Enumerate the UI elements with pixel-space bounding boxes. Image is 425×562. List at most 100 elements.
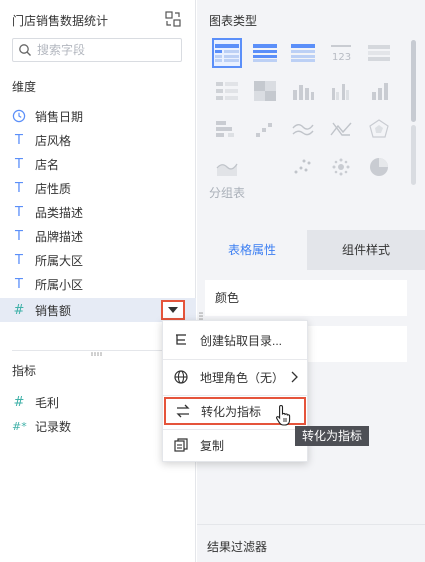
chart-type-stacked-bar[interactable]: [364, 76, 394, 106]
field-dropdown-button[interactable]: [161, 300, 185, 320]
chart-type-group-table[interactable]: [212, 38, 242, 68]
chart-type-line-bar[interactable]: [250, 152, 280, 182]
menu-separator: [163, 429, 307, 430]
text-type-icon: T: [15, 156, 23, 172]
properties-panel: 图表类型 123 分组表 表格属性 组件样式 颜色 结果过滤器: [197, 0, 425, 562]
swap-icon: [176, 404, 190, 418]
chart-type-grouped-bar[interactable]: [326, 76, 356, 106]
field-item-region[interactable]: T 所属大区: [0, 248, 196, 272]
combo-chart-icon: [330, 122, 352, 136]
number-type-icon: #*: [12, 419, 27, 433]
chart-type-scatter[interactable]: [288, 152, 318, 182]
menu-item-label: 创建钻取目录...: [200, 333, 283, 348]
stacked-bar-icon: [372, 83, 388, 100]
field-name: 店风格: [35, 133, 72, 148]
menu-item-copy[interactable]: 复制: [163, 431, 307, 459]
text-type-icon: T: [15, 180, 23, 196]
radar-chart-icon: [369, 119, 389, 138]
drill-directory-icon: [176, 334, 186, 345]
field-item-category-desc[interactable]: T 品类描述: [0, 200, 196, 224]
field-name: 店性质: [35, 181, 72, 196]
switch-dataset-icon[interactable]: [164, 10, 182, 28]
kpi-number-icon: 123: [331, 45, 351, 62]
panel-splitter: [12, 350, 184, 351]
field-name: 销售日期: [35, 109, 84, 124]
chart-type-horizontal-bar[interactable]: [212, 114, 242, 144]
number-type-icon: #: [13, 302, 25, 318]
mini-table-icon: [216, 82, 238, 100]
selected-chart-type-label: 分组表: [209, 186, 246, 200]
chart-type-heatmap[interactable]: [250, 76, 280, 106]
svg-text:123: 123: [332, 52, 351, 62]
field-name: 毛利: [35, 395, 60, 410]
menu-item-label: 复制: [200, 438, 225, 453]
chart-type-cross-table[interactable]: [288, 38, 318, 68]
number-type-icon: #: [13, 394, 25, 410]
text-type-icon: T: [15, 132, 23, 148]
menu-separator: [163, 395, 307, 396]
area-chart-icon: [216, 163, 238, 176]
text-type-icon: T: [15, 276, 23, 292]
heatmap-icon: [254, 81, 276, 101]
cross-table-icon: [291, 44, 315, 62]
grouped-bar-icon: [332, 84, 349, 100]
menu-item-create-drill-directory[interactable]: 创建钻取目录...: [163, 326, 307, 354]
field-name: 所属小区: [35, 277, 84, 292]
chart-type-line[interactable]: [288, 114, 318, 144]
chart-type-radar[interactable]: [364, 114, 394, 144]
chart-type-area[interactable]: [212, 152, 242, 182]
tab-table-properties[interactable]: 表格属性: [197, 230, 307, 270]
property-tabs: 表格属性 组件样式: [197, 230, 425, 270]
chart-type-combo[interactable]: [326, 114, 356, 144]
detail-table-icon: [253, 44, 277, 62]
chart-type-detail-table[interactable]: [250, 38, 280, 68]
line-bar-icon: [254, 158, 276, 176]
field-name: 记录数: [35, 419, 72, 434]
text-type-icon: T: [15, 252, 23, 268]
bubble-chart-icon: [332, 158, 350, 176]
field-context-menu: 创建钻取目录... 地理角色（无） 转化为指标 复制: [162, 320, 308, 462]
field-item-brand-desc[interactable]: T 品牌描述: [0, 224, 196, 248]
chart-type-pie[interactable]: [364, 152, 394, 182]
chart-type-scrollbar[interactable]: [411, 40, 416, 122]
bar-chart-icon: [293, 85, 314, 100]
field-item-subregion[interactable]: T 所属小区: [0, 272, 196, 296]
chart-type-scrollbar-track: [411, 125, 416, 185]
waterfall-icon: [256, 123, 272, 137]
result-filter-title: 结果过滤器: [207, 540, 268, 554]
menu-item-label: 地理角色（无）: [200, 370, 285, 385]
copy-icon: [174, 438, 188, 452]
resize-handle-icon[interactable]: [91, 352, 103, 356]
pie-chart-icon: [370, 158, 388, 176]
field-item-store-style[interactable]: T 店风格: [0, 128, 196, 152]
chart-type-waterfall[interactable]: [250, 114, 280, 144]
dataset-title: 门店销售数据统计: [12, 14, 109, 28]
field-item-store-nature[interactable]: T 店性质: [0, 176, 196, 200]
color-property-row[interactable]: 颜色: [205, 280, 407, 316]
measures-label: 指标: [12, 364, 37, 378]
chart-type-bubble[interactable]: [326, 152, 356, 182]
scatter-chart-icon: [294, 159, 311, 174]
field-name: 所属大区: [35, 253, 84, 268]
chart-type-mini-table[interactable]: [212, 76, 242, 106]
menu-item-label: 转化为指标: [201, 404, 262, 419]
field-item-sales-date[interactable]: 销售日期: [0, 104, 196, 128]
menu-separator: [163, 359, 307, 360]
chart-type-bar[interactable]: [288, 76, 318, 106]
field-name: 店名: [35, 157, 60, 172]
clock-icon: [12, 109, 26, 123]
field-item-store-name[interactable]: T 店名: [0, 152, 196, 176]
field-name: 销售额: [35, 303, 72, 318]
text-type-icon: T: [15, 228, 23, 244]
field-search-box[interactable]: [12, 38, 182, 62]
globe-icon: [174, 370, 188, 384]
line-chart-icon: [292, 124, 314, 136]
group-table-icon: [215, 44, 239, 62]
chart-type-kpi[interactable]: 123: [326, 38, 356, 68]
dimensions-label: 维度: [12, 80, 37, 94]
tab-component-style[interactable]: 组件样式: [307, 230, 425, 270]
text-type-icon: T: [15, 204, 23, 220]
chart-type-list[interactable]: [364, 38, 394, 68]
search-input[interactable]: [37, 41, 177, 59]
menu-item-geo-role[interactable]: 地理角色（无）: [163, 363, 307, 391]
